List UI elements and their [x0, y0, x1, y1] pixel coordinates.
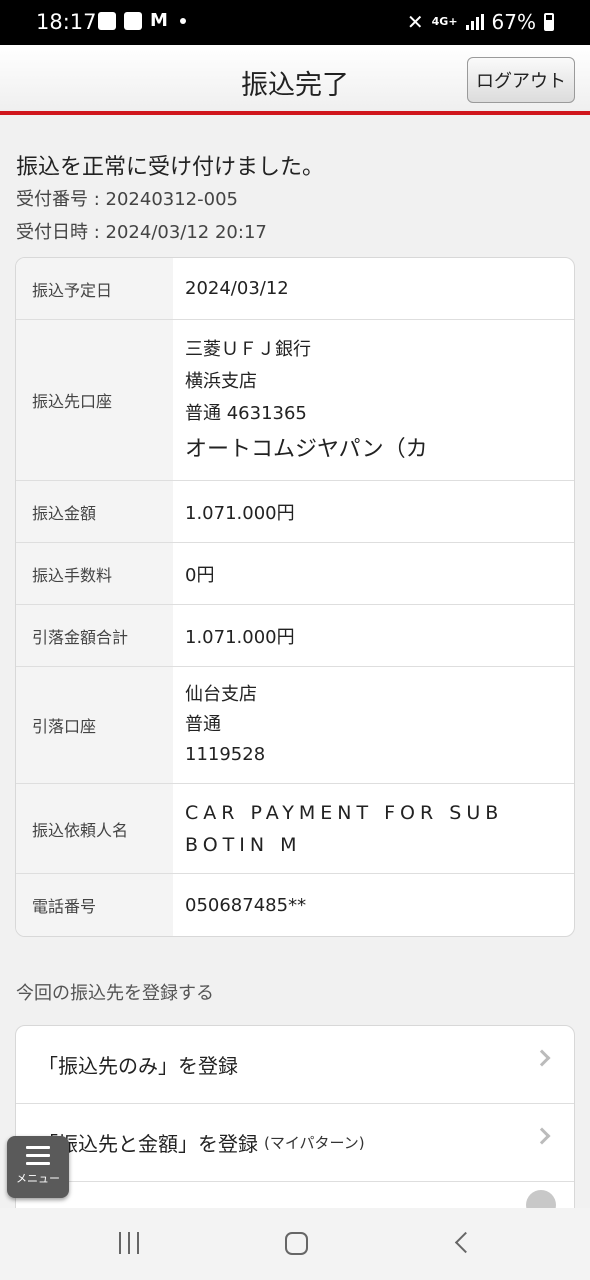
debit-account-type: 普通: [185, 714, 221, 735]
register-payee-only-label: 「振込先のみ」を登録: [38, 1054, 238, 1078]
back-button[interactable]: [454, 1231, 477, 1254]
row-amount: 振込金額 1.071.000円: [16, 481, 574, 543]
row-fee: 振込手数料 0円: [16, 543, 574, 605]
total-value: 1.071.000円: [185, 626, 295, 648]
home-button[interactable]: [285, 1232, 308, 1255]
battery-percent: 67%: [491, 10, 536, 34]
payee-account-label: 振込先口座: [16, 320, 173, 480]
network-type: 4G+: [431, 15, 458, 28]
hamburger-icon: [26, 1146, 50, 1165]
receipt-number: 受付番号 : 20240312-005: [16, 189, 238, 210]
register-payee-only[interactable]: 「振込先のみ」を登録: [16, 1026, 574, 1104]
transfer-details-table: 振込予定日 2024/03/12 振込先口座 三菱ＵＦＪ銀行 横浜支店 普通 4…: [15, 257, 575, 937]
register-section-label: 今回の振込先を登録する: [16, 983, 214, 1004]
payee-account-number: 普通 4631365: [185, 403, 307, 424]
signal-icon: [465, 14, 484, 30]
fee-value: 0円: [185, 564, 215, 586]
recent-apps-button[interactable]: [119, 1232, 139, 1254]
total-label: 引落金額合計: [16, 605, 173, 666]
transfer-date-value: 2024/03/12: [185, 278, 289, 299]
payee-name: オートコムジヤパン（カ: [185, 437, 428, 462]
register-payee-and-amount[interactable]: 「振込先と金額」を登録 (マイパターン): [16, 1104, 574, 1182]
fee-label: 振込手数料: [16, 543, 173, 604]
chevron-right-icon: [533, 1127, 551, 1145]
debit-account-number: 1119528: [185, 744, 266, 765]
amount-value: 1.071.000円: [185, 502, 295, 524]
register-payee-amount-label: 「振込先と金額」を登録: [38, 1132, 258, 1156]
register-payee-amount-sub: (マイパターン): [264, 1134, 365, 1152]
row-payee-account: 振込先口座 三菱ＵＦＪ銀行 横浜支店 普通 4631365 オートコムジヤパン（…: [16, 320, 574, 481]
system-nav-bar: [0, 1208, 590, 1280]
phone-value: 050687485**: [185, 894, 307, 916]
row-requester: 振込依頼人名 CAR PAYMENT FOR SUB BOTIN M: [16, 784, 574, 874]
requester-name-line1: CAR PAYMENT FOR SUB: [185, 801, 504, 824]
battery-icon: [544, 13, 554, 31]
check-notification-icon: [124, 12, 142, 30]
logout-button[interactable]: ログアウト: [467, 57, 575, 103]
chevron-right-icon: [533, 1049, 551, 1067]
amount-label: 振込金額: [16, 481, 173, 542]
phone-label: 電話番号: [16, 874, 173, 936]
debit-account-label: 引落口座: [16, 667, 173, 783]
confirmation-message: 振込を正常に受け付けました。: [16, 155, 325, 180]
row-phone: 電話番号 050687485**: [16, 874, 574, 936]
receipt-datetime: 受付日時 : 2024/03/12 20:17: [16, 222, 267, 243]
row-total: 引落金額合計 1.071.000円: [16, 605, 574, 667]
requester-label: 振込依頼人名: [16, 784, 173, 873]
payee-bank: 三菱ＵＦＪ銀行: [185, 339, 311, 360]
transfer-date-label: 振込予定日: [16, 258, 173, 319]
gallery-notification-icon: [98, 12, 116, 30]
debit-branch: 仙台支店: [185, 684, 257, 705]
app-header: 振込完了 ログアウト: [0, 45, 590, 115]
row-debit-account: 引落口座 仙台支店 普通 1119528: [16, 667, 574, 784]
status-time: 18:17: [36, 10, 97, 34]
gmail-notification-icon: M: [150, 10, 168, 31]
menu-button[interactable]: メニュー: [7, 1136, 69, 1198]
menu-label: メニュー: [16, 1172, 60, 1185]
more-notifications-icon: [180, 18, 186, 24]
mute-icon: ✕: [406, 10, 424, 34]
requester-name-line2: BOTIN M: [185, 833, 302, 856]
row-transfer-date: 振込予定日 2024/03/12: [16, 258, 574, 320]
payee-branch: 横浜支店: [185, 371, 257, 392]
status-bar: 18:17 M ✕ 4G+ 67%: [0, 0, 590, 45]
